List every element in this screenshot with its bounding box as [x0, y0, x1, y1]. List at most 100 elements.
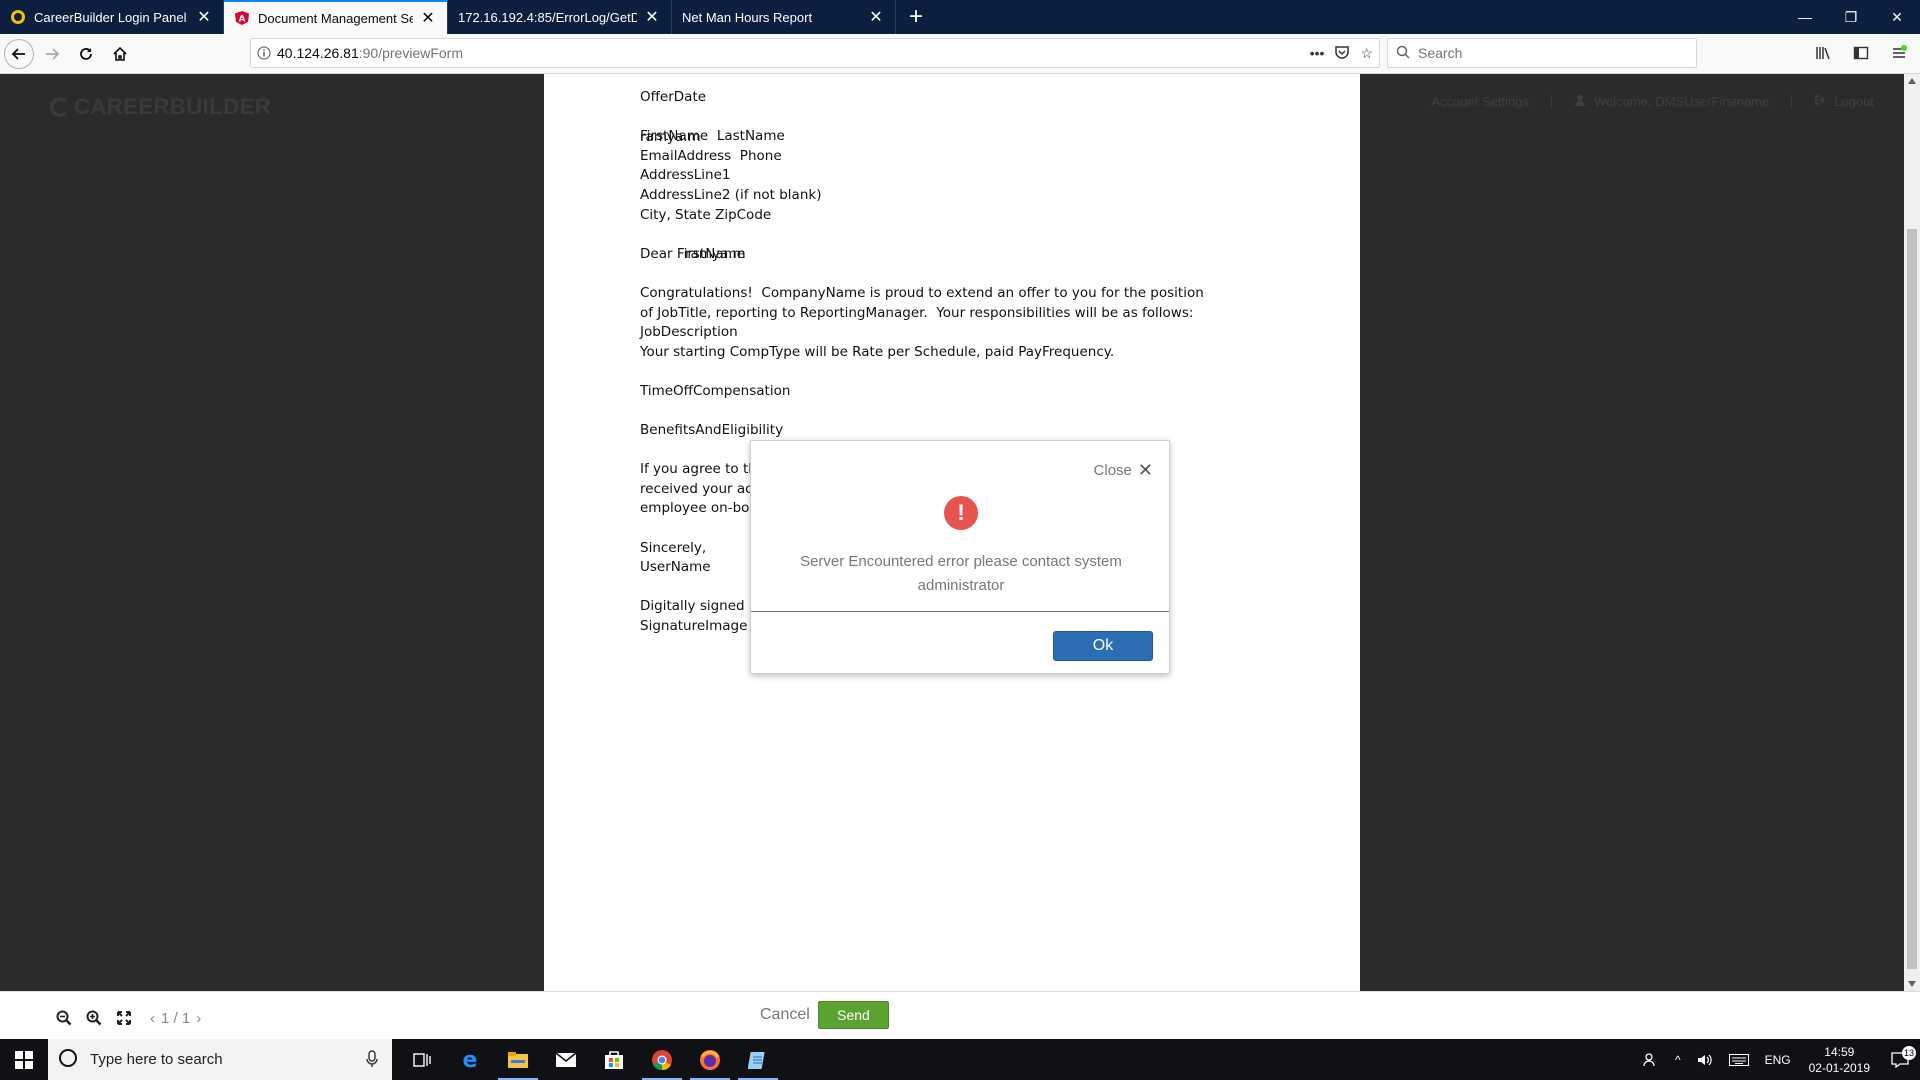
cancel-button[interactable]: Cancel — [760, 1006, 810, 1024]
tab-title: CareerBuilder Login Panel — [34, 9, 187, 25]
file-explorer-icon[interactable] — [494, 1039, 542, 1080]
system-tray: ^ ENG 14:59 02-01-2019 13 — [1635, 1039, 1920, 1080]
header-links: Account Settings Welcome, DMSUserFirstna… — [1431, 94, 1874, 109]
back-icon[interactable] — [4, 38, 34, 69]
info-icon[interactable] — [251, 46, 277, 60]
action-center-icon[interactable]: 13 — [1880, 1045, 1920, 1068]
new-tab-button[interactable]: + — [896, 0, 936, 34]
error-message: Server Encountered error please contact … — [800, 553, 1122, 594]
minimize-icon[interactable]: — — [1782, 0, 1828, 34]
careerbuilder-logo[interactable]: CAREERBUILDER — [50, 94, 271, 120]
careerbuilder-favicon-icon — [10, 9, 26, 25]
document-line: Your starting CompType will be Rate per … — [640, 343, 1115, 360]
forward-icon[interactable] — [36, 38, 68, 70]
tab-title: Net Man Hours Report — [682, 9, 813, 25]
sidebar-icon[interactable] — [1846, 38, 1876, 68]
document-line: Congratulations! CompanyName is proud to… — [640, 284, 1204, 301]
scroll-up-icon[interactable] — [1908, 78, 1916, 84]
prev-page-icon[interactable]: ‹ — [150, 1010, 155, 1027]
scroll-down-icon[interactable] — [1908, 981, 1916, 987]
keyboard-icon[interactable] — [1721, 1053, 1757, 1066]
volume-icon[interactable] — [1689, 1053, 1721, 1067]
document-line: City, State ZipCode — [640, 206, 772, 223]
restore-icon[interactable]: ❐ — [1828, 0, 1874, 34]
pocket-icon[interactable] — [1334, 44, 1350, 63]
vertical-scrollbar[interactable] — [1904, 74, 1920, 991]
people-icon[interactable] — [1635, 1052, 1667, 1068]
home-icon[interactable] — [104, 38, 136, 70]
account-settings-link[interactable]: Account Settings — [1431, 94, 1529, 109]
clock-date: 02-01-2019 — [1808, 1060, 1870, 1075]
close-tab-icon[interactable]: ✕ — [867, 7, 885, 27]
document-line: AddressLine1 — [640, 167, 731, 184]
zoom-in-icon[interactable] — [84, 1008, 104, 1028]
close-icon: ✕ — [1137, 460, 1153, 480]
tab-net-man-hours[interactable]: Net Man Hours Report ✕ — [672, 0, 896, 34]
close-tab-icon[interactable]: ✕ — [419, 8, 437, 28]
document-line: JobDescription — [640, 324, 738, 341]
search-bar[interactable]: Search — [1387, 38, 1697, 68]
reload-icon[interactable] — [70, 38, 102, 70]
menu-icon[interactable] — [1884, 38, 1914, 68]
browser-toolbar: 40.124.26.81:90/previewForm ••• ☆ Search — [0, 34, 1920, 74]
url-host: 40.124.26.81 — [277, 45, 359, 61]
fit-page-icon[interactable] — [114, 1008, 134, 1028]
notepad-icon[interactable] — [734, 1039, 782, 1080]
document-line: BenefitsAndEligibility — [640, 422, 784, 439]
tab-careerbuilder-login[interactable]: CareerBuilder Login Panel ✕ — [0, 0, 224, 34]
page-actions-icon[interactable]: ••• — [1310, 45, 1325, 61]
windows-taskbar: Type here to search e ^ ENG 14:59 02-01-… — [0, 1039, 1920, 1080]
send-button[interactable]: Send — [818, 1001, 889, 1029]
tab-title: Document Management Servic — [258, 10, 413, 26]
error-dialog: Close ✕ ! Server Encountered error pleas… — [750, 440, 1170, 674]
firefox-icon[interactable] — [686, 1039, 734, 1080]
next-page-icon[interactable]: › — [196, 1010, 201, 1027]
windows-start-icon[interactable] — [0, 1039, 48, 1080]
document-line: TimeOffCompensation — [640, 382, 791, 399]
tab-error-log[interactable]: 172.16.192.4:85/ErrorLog/GetDirect ✕ — [448, 0, 672, 34]
bookmark-star-icon[interactable]: ☆ — [1360, 45, 1373, 62]
logout-link[interactable]: Logout — [1834, 94, 1874, 109]
tab-title: 172.16.192.4:85/ErrorLog/GetDirect — [458, 9, 637, 25]
store-icon[interactable] — [590, 1039, 638, 1080]
taskbar-search[interactable]: Type here to search — [48, 1039, 392, 1080]
close-tab-icon[interactable]: ✕ — [643, 7, 661, 27]
document-line: OfferDate — [640, 89, 707, 105]
show-hidden-icons-icon[interactable]: ^ — [1667, 1053, 1689, 1067]
cortana-icon — [58, 1048, 78, 1072]
window-controls: — ❐ ✕ — [1782, 0, 1920, 34]
page-indicator: 1 / 1 — [161, 1009, 191, 1027]
library-icon[interactable] — [1808, 38, 1838, 68]
notification-count: 13 — [1902, 1045, 1916, 1060]
header-divider — [1550, 94, 1552, 109]
close-tab-icon[interactable]: ✕ — [195, 7, 213, 27]
mail-icon[interactable] — [542, 1039, 590, 1080]
close-button[interactable]: Close ✕ — [1094, 461, 1153, 479]
clock[interactable]: 14:59 02-01-2019 — [1799, 1044, 1880, 1076]
chrome-icon[interactable] — [638, 1039, 686, 1080]
address-bar[interactable]: 40.124.26.81:90/previewForm ••• ☆ — [250, 38, 1380, 68]
search-placeholder: Search — [1418, 45, 1463, 61]
microphone-icon[interactable] — [366, 1050, 378, 1072]
input-language[interactable]: ENG — [1757, 1053, 1799, 1067]
ok-button[interactable]: Ok — [1053, 631, 1153, 661]
logout-icon — [1814, 94, 1826, 109]
dialog-divider — [751, 611, 1169, 612]
browser-tab-strip: CareerBuilder Login Panel ✕ A Document M… — [0, 0, 1920, 34]
document-line: of JobTitle, reporting to ReportingManag… — [640, 304, 1194, 321]
scrollbar-thumb[interactable] — [1907, 229, 1917, 969]
zoom-out-icon[interactable] — [54, 1008, 74, 1028]
url-actions: ••• ☆ — [1310, 39, 1373, 67]
document-line: AddressLine2 (if not blank) — [640, 186, 822, 203]
svg-text:A: A — [239, 15, 246, 25]
tab-document-management[interactable]: A Document Management Servic ✕ — [224, 0, 448, 34]
close-window-icon[interactable]: ✕ — [1874, 0, 1920, 34]
edge-icon[interactable]: e — [446, 1039, 494, 1080]
task-view-icon[interactable] — [398, 1039, 446, 1080]
overlay-name: ramya.m — [685, 246, 746, 262]
svg-text:e: e — [463, 1049, 478, 1071]
